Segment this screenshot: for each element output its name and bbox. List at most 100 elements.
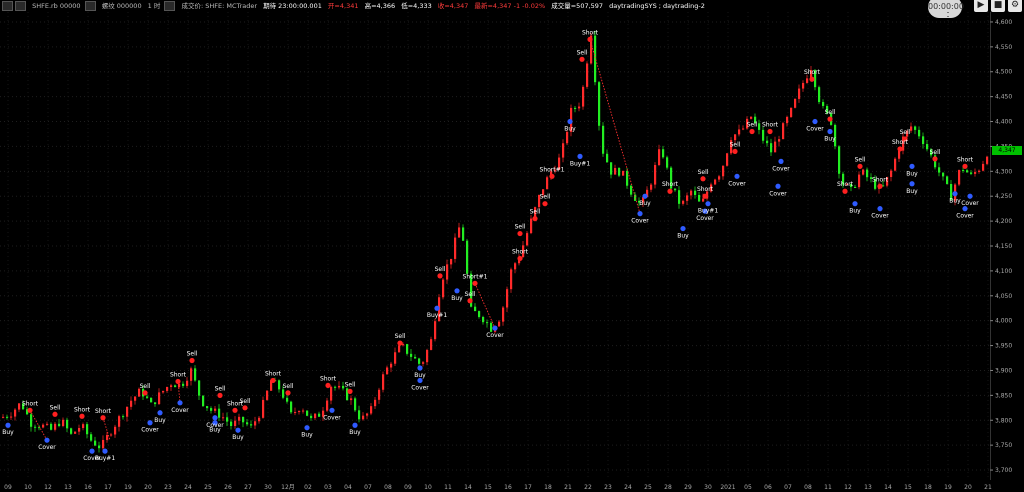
- candle-body: [546, 177, 549, 190]
- x-tick-label: 14: [884, 484, 892, 491]
- signal-label: Sell: [540, 194, 551, 201]
- y-tick-label: 3,700: [995, 467, 1012, 474]
- buy-signal-marker: [304, 425, 310, 431]
- time-axis[interactable]: 09 10 12 13 16 17 19 20 23 24 25 26 27 30 12月 02 03 04 07 0…: [0, 480, 1024, 492]
- signal-label: Short: [74, 406, 91, 413]
- settings-button[interactable]: ⚙: [1008, 0, 1022, 12]
- y-tick-label: 3,900: [995, 367, 1012, 374]
- candle-body: [218, 408, 221, 418]
- buy-signal-marker: [5, 422, 11, 428]
- signal-label: Short: [837, 181, 854, 188]
- candle-body: [490, 322, 493, 332]
- candle-body: [486, 322, 489, 324]
- candle-body: [958, 170, 961, 185]
- candle-body: [334, 386, 337, 388]
- signal-label: Buy: [677, 233, 689, 240]
- sell-signal-marker: [897, 146, 903, 152]
- candle-body: [10, 416, 13, 418]
- signal-label: Sell: [345, 381, 356, 388]
- candle-body: [390, 363, 393, 368]
- sell-signal-marker: [732, 148, 738, 155]
- sell-signal-marker: [549, 173, 555, 179]
- x-tick-label: 09: [404, 484, 412, 491]
- candle-body: [206, 406, 209, 409]
- toggle-icon[interactable]: [164, 1, 176, 11]
- buy-signal-marker: [637, 211, 643, 217]
- signal-label: Cover: [631, 218, 649, 225]
- candle-body: [278, 380, 281, 390]
- buy-signal-marker: [417, 377, 423, 384]
- settings-icon[interactable]: [15, 1, 26, 11]
- x-tick-label: 12月: [281, 484, 295, 491]
- signal-label: Buy#1: [698, 208, 718, 215]
- buy-signal-marker: [434, 305, 440, 311]
- candle-body: [394, 352, 397, 364]
- price-axis[interactable]: 4,6004,5504,5004,4504,4004,3504,3004,250…: [990, 12, 1024, 480]
- play-button[interactable]: ▶: [974, 0, 988, 12]
- symbol-label: SHFE.rb 00000: [32, 2, 81, 10]
- candle-body: [806, 78, 809, 83]
- candle-body: [102, 439, 105, 449]
- buy-signal-marker: [212, 415, 218, 421]
- signal-label: Short: [762, 121, 779, 128]
- candle-body: [798, 88, 801, 99]
- x-tick-label: 08: [384, 484, 392, 491]
- chart-type-icon[interactable]: [84, 1, 96, 11]
- candle-body: [606, 153, 609, 163]
- candle-body: [986, 156, 989, 164]
- price-chart[interactable]: Buy Short Sell Cover Short Cover Buy#1 Short Sel…: [0, 12, 990, 480]
- x-tick-label: 23: [164, 484, 172, 491]
- y-tick-label: 4,400: [995, 119, 1012, 126]
- candle-body: [362, 415, 365, 420]
- candle-body: [506, 289, 509, 308]
- x-tick-label: 16: [84, 484, 92, 491]
- candle-body: [426, 349, 429, 363]
- x-tick-label: 04: [344, 484, 352, 491]
- x-tick-label: 03: [324, 484, 332, 491]
- candle-body: [134, 396, 137, 401]
- x-tick-label: 12: [844, 484, 852, 491]
- x-tick-label: 07: [364, 484, 372, 491]
- buy-signal-marker: [235, 427, 241, 433]
- signal-label: Sell: [855, 156, 866, 163]
- signal-label: Sell: [465, 291, 476, 298]
- low-label: 低=4,333: [401, 2, 432, 10]
- x-tick-label: 02: [304, 484, 312, 491]
- stop-button[interactable]: ■: [991, 0, 1005, 12]
- signal-label: Short: [265, 370, 282, 377]
- candle-body: [242, 416, 245, 423]
- signal-label: Sell: [435, 266, 446, 273]
- candle-body: [314, 413, 317, 419]
- menu-icon[interactable]: [2, 1, 13, 11]
- candle-body: [666, 157, 669, 168]
- candle-body: [226, 417, 229, 422]
- x-tick-label: 30: [264, 484, 272, 491]
- signal-label: Cover: [772, 165, 790, 172]
- candle-body: [82, 424, 85, 429]
- sell-signal-marker: [175, 378, 181, 385]
- candle-body: [750, 116, 753, 119]
- sell-signal-marker: [142, 390, 148, 396]
- candle-body: [50, 423, 53, 430]
- sell-signal-marker: [472, 280, 478, 286]
- sell-signal-marker: [932, 156, 938, 162]
- x-tick-label: 19: [944, 484, 952, 491]
- x-tick-label: 22: [584, 484, 592, 491]
- buy-signal-marker: [642, 193, 648, 199]
- signal-label: Cover: [961, 200, 979, 207]
- signal-label: Buy: [301, 432, 313, 439]
- signal-label: Buy#1: [95, 455, 115, 462]
- x-tick-label: 30: [704, 484, 712, 491]
- signal-label: Cover: [486, 332, 504, 339]
- signal-label: Short: [892, 139, 909, 146]
- candle-body: [214, 408, 217, 411]
- candle-body: [922, 136, 925, 145]
- sell-signal-marker: [542, 201, 548, 207]
- sell-signal-marker: [517, 255, 523, 262]
- candle-body: [762, 129, 765, 141]
- x-tick-label: 20: [964, 484, 972, 491]
- candle-body: [698, 194, 701, 202]
- signal-label: Buy: [451, 295, 463, 302]
- candle-body: [474, 306, 477, 312]
- sell-signal-marker: [217, 392, 223, 398]
